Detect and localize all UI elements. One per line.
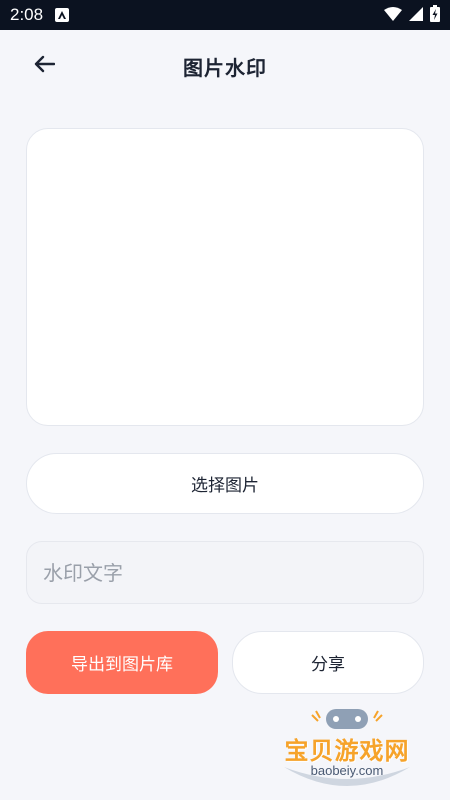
image-preview[interactable]: [26, 128, 424, 426]
status-time: 2:08: [10, 5, 44, 24]
top-bar: 图片水印: [0, 30, 450, 102]
watermark-text-input[interactable]: [26, 541, 424, 604]
arrow-left-icon: [33, 55, 56, 77]
select-image-button[interactable]: 选择图片: [26, 453, 424, 514]
logo-url: baobeiy.com: [310, 763, 384, 778]
status-bar: 2:08: [0, 0, 450, 30]
signal-icon: [409, 6, 423, 25]
logo-text: 宝贝游戏网: [284, 737, 410, 765]
a-icon: [55, 8, 70, 22]
export-to-gallery-button[interactable]: 导出到图片库: [26, 631, 218, 694]
status-icons: [384, 4, 440, 26]
back-button[interactable]: [26, 50, 62, 82]
share-button[interactable]: 分享: [232, 631, 424, 694]
site-watermark-logo: 宝贝游戏网 baobeiy.com: [272, 705, 422, 797]
battery-charging-icon: [430, 4, 440, 26]
wifi-icon: [384, 6, 402, 25]
page-title: 图片水印: [183, 55, 267, 80]
